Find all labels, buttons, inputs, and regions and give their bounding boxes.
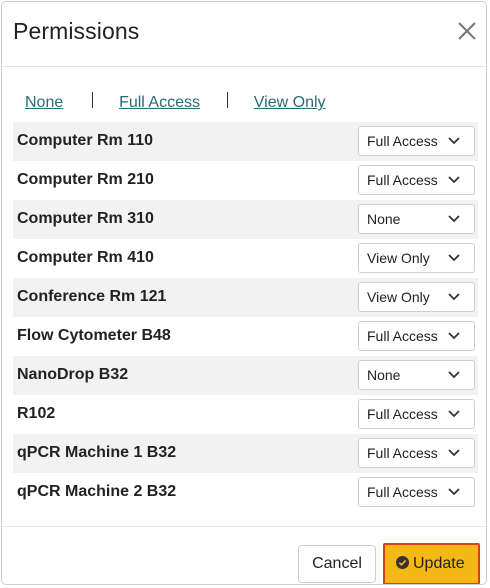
permission-select-value: View Only: [367, 289, 430, 305]
permission-select-value: None: [367, 367, 401, 383]
resource-name: R102: [17, 405, 56, 422]
dialog-title: Permissions: [13, 18, 140, 44]
chevron-down-icon: [448, 254, 460, 262]
chevron-down-icon: [448, 410, 460, 418]
permission-row: qPCR Machine 2 B32 Full Access: [13, 473, 478, 512]
permission-select[interactable]: View Only: [358, 282, 475, 312]
dialog-footer: Cancel Update: [2, 526, 486, 584]
set-all-view-only-link[interactable]: View Only: [254, 94, 326, 111]
resource-name: Computer Rm 310: [17, 210, 154, 227]
permission-row: qPCR Machine 1 B32 Full Access: [13, 434, 478, 473]
chevron-down-icon: [448, 293, 460, 301]
permission-select-value: View Only: [367, 250, 430, 266]
permission-row: Flow Cytometer B48 Full Access: [13, 317, 478, 356]
set-all-none-link[interactable]: None: [25, 94, 63, 111]
resource-name: Flow Cytometer B48: [17, 327, 171, 344]
permission-row: Computer Rm 410 View Only: [13, 239, 478, 278]
set-all-full-access-link[interactable]: Full Access: [119, 94, 200, 111]
permission-select-value: Full Access: [367, 406, 438, 422]
permission-row: Computer Rm 110 Full Access: [13, 122, 478, 161]
permission-select-value: Full Access: [367, 133, 438, 149]
permissions-dialog: Permissions None Full Access View Only C…: [1, 1, 487, 585]
update-button[interactable]: Update: [383, 543, 480, 584]
check-circle-icon: [396, 556, 409, 569]
permission-select[interactable]: Full Access: [358, 399, 475, 429]
permission-select[interactable]: View Only: [358, 243, 475, 273]
permission-select-value: Full Access: [367, 484, 438, 500]
chevron-down-icon: [448, 215, 460, 223]
permission-row: Conference Rm 121 View Only: [13, 278, 478, 317]
permission-select-value: Full Access: [367, 445, 438, 461]
permission-select[interactable]: Full Access: [358, 477, 475, 507]
permission-select-value: Full Access: [367, 172, 438, 188]
resource-name: NanoDrop B32: [17, 366, 129, 383]
permission-list: Computer Rm 110 Full Access Computer Rm …: [13, 122, 478, 512]
resource-name: Computer Rm 110: [17, 132, 154, 149]
chevron-down-icon: [448, 176, 460, 184]
chevron-down-icon: [448, 488, 460, 496]
permission-select-value: None: [367, 211, 401, 227]
cancel-button[interactable]: Cancel: [298, 545, 376, 583]
permission-select[interactable]: None: [358, 360, 475, 390]
chevron-down-icon: [448, 137, 460, 145]
permission-row: NanoDrop B32 None: [13, 356, 478, 395]
permission-select[interactable]: Full Access: [358, 165, 475, 195]
permission-select[interactable]: None: [358, 204, 475, 234]
permission-select-value: Full Access: [367, 328, 438, 344]
resource-name: qPCR Machine 1 B32: [17, 444, 177, 461]
resource-name: Computer Rm 210: [17, 171, 154, 188]
permission-row: Computer Rm 210 Full Access: [13, 161, 478, 200]
permission-row: Computer Rm 310 None: [13, 200, 478, 239]
chevron-down-icon: [448, 371, 460, 379]
link-separator: [92, 92, 94, 108]
permission-select[interactable]: Full Access: [358, 126, 475, 156]
permission-select[interactable]: Full Access: [358, 321, 475, 351]
permission-row: R102 Full Access: [13, 395, 478, 434]
update-button-label: Update: [413, 555, 465, 572]
resource-name: Computer Rm 410: [17, 249, 154, 266]
link-separator: [226, 92, 228, 108]
permission-select[interactable]: Full Access: [358, 438, 475, 468]
chevron-down-icon: [448, 332, 460, 340]
resource-name: Conference Rm 121: [17, 288, 167, 305]
resource-name: qPCR Machine 2 B32: [17, 483, 177, 500]
quick-set-links: None Full Access View Only: [25, 92, 326, 112]
close-icon[interactable]: [456, 20, 478, 42]
dialog-header: Permissions: [2, 2, 486, 67]
chevron-down-icon: [448, 449, 460, 457]
